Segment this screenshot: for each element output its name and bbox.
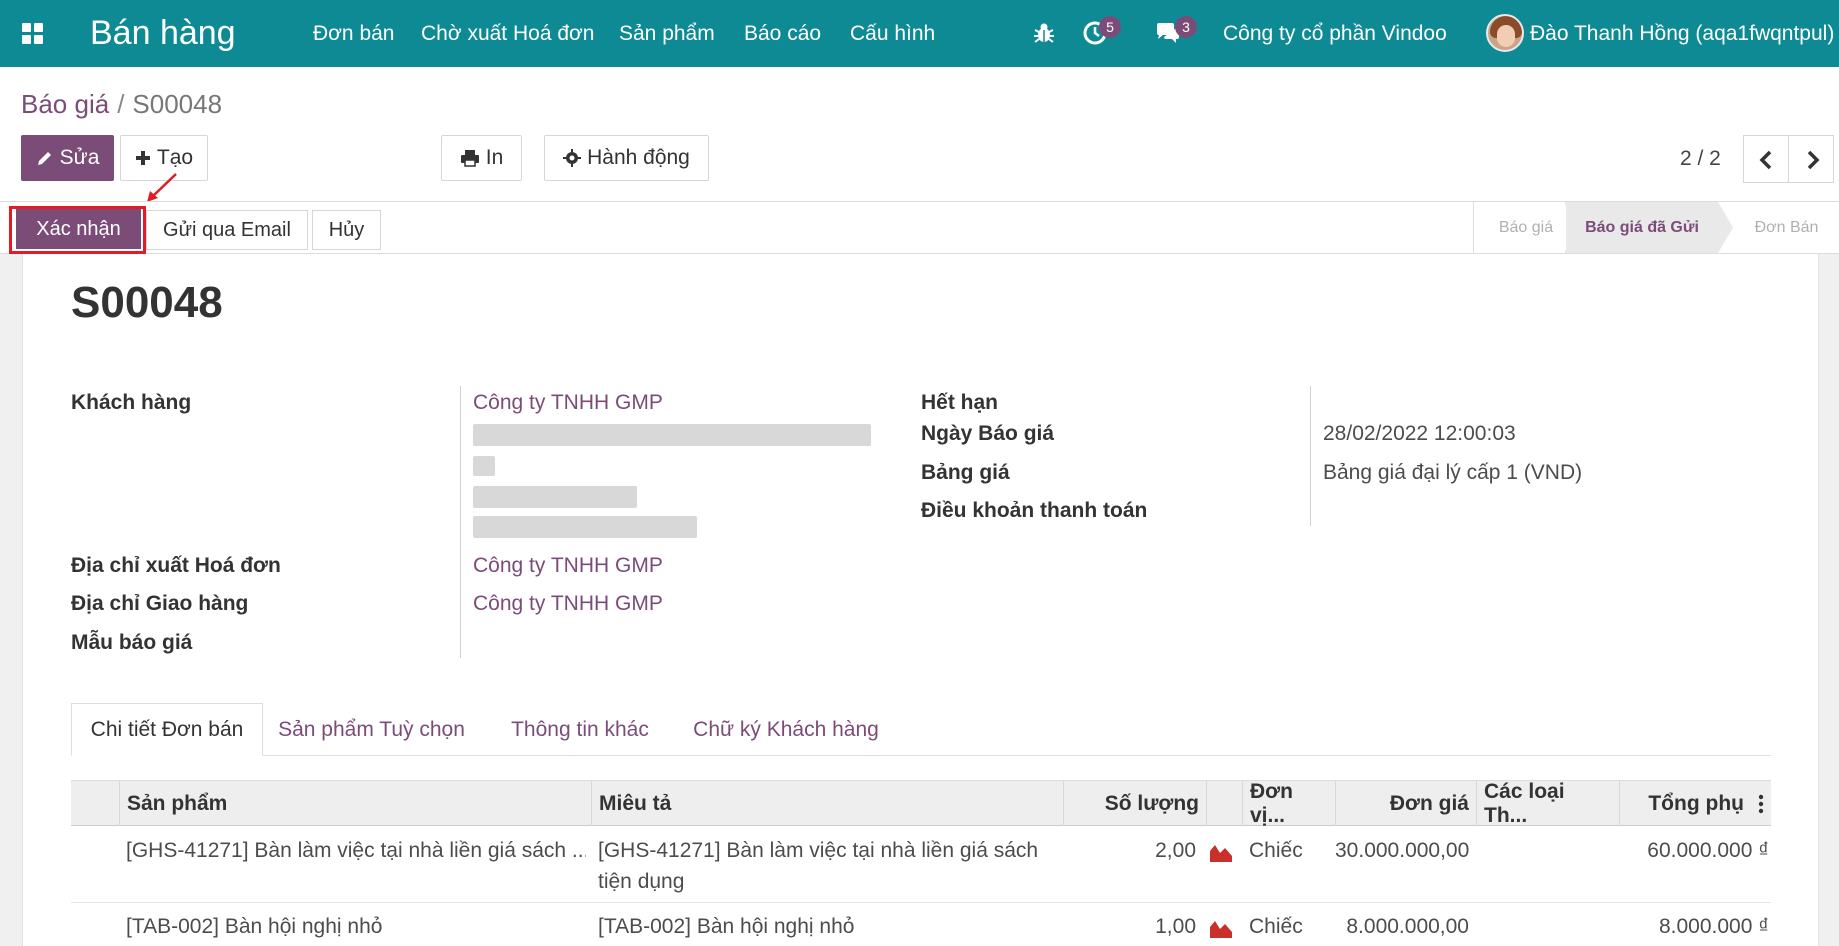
row-unit-price[interactable]: 8.000.000,00 xyxy=(1335,915,1469,939)
column-unit-price[interactable]: Đơn giá xyxy=(1335,781,1476,827)
breadcrumb-parent[interactable]: Báo giá xyxy=(21,89,109,119)
forecast-chart-icon[interactable] xyxy=(1209,842,1233,862)
payment-terms-label: Điều khoản thanh toán xyxy=(921,499,1148,522)
annotation-arrow xyxy=(147,173,177,202)
chevron-right-icon xyxy=(1807,150,1820,170)
column-uom[interactable]: Đơn vị... xyxy=(1242,780,1335,827)
record-title: S00048 xyxy=(71,278,223,327)
tab-other-info[interactable]: Thông tin khác xyxy=(480,703,680,756)
column-quantity[interactable]: Số lượng xyxy=(1063,781,1206,827)
pager-value[interactable]: 2 / 2 xyxy=(1680,147,1721,171)
user-avatar[interactable] xyxy=(1486,14,1524,52)
field-divider-left xyxy=(460,386,461,658)
app-brand[interactable]: Bán hàng xyxy=(90,14,236,53)
delivery-address-field[interactable]: Công ty TNHH GMP xyxy=(473,592,663,616)
menu-configuration[interactable]: Cấu hình xyxy=(850,22,935,46)
stage-quotation[interactable]: Báo giá xyxy=(1474,202,1578,253)
status-bar: Xác nhận Gửi qua Email Hủy Báo giá Báo g… xyxy=(0,201,1839,254)
action-button-label: Hành động xyxy=(587,146,690,169)
invoice-address-label: Địa chỉ xuất Hoá đơn xyxy=(71,554,281,577)
row-subtotal: 8.000.000 ₫ xyxy=(1658,915,1769,938)
stage-arrow-active-shape xyxy=(1718,202,1733,253)
row-description-line2[interactable]: tiện dụng xyxy=(598,870,684,894)
plus-icon xyxy=(135,151,150,165)
column-description[interactable]: Miêu tả xyxy=(591,781,1063,827)
stage-quotation-sent[interactable]: Báo giá đã Gửi xyxy=(1566,202,1718,253)
column-taxes[interactable]: Các loại Th... xyxy=(1476,780,1619,827)
chevron-left-icon xyxy=(1759,150,1772,170)
column-product[interactable]: Sản phẩm xyxy=(119,781,591,827)
breadcrumb-separator: / xyxy=(117,89,125,119)
confirm-highlight-box xyxy=(9,206,146,254)
row-description-line1[interactable]: [GHS-41271] Bàn làm việc tại nhà liền gi… xyxy=(598,839,1038,863)
activity-count-badge: 5 xyxy=(1099,16,1121,38)
printer-icon xyxy=(460,150,479,167)
customer-field[interactable]: Công ty TNHH GMP xyxy=(473,391,663,415)
pricelist-field[interactable]: Bảng giá đại lý cấp 1 (VND) xyxy=(1323,461,1582,485)
menu-reports[interactable]: Báo cáo xyxy=(744,22,821,46)
column-options-icon[interactable] xyxy=(1757,794,1765,814)
quotation-template-label: Mẫu báo giá xyxy=(71,631,193,654)
pencil-icon xyxy=(37,152,51,165)
cancel-button[interactable]: Hủy xyxy=(312,210,381,250)
invoice-address-field[interactable]: Công ty TNHH GMP xyxy=(473,554,663,578)
send-email-button[interactable]: Gửi qua Email xyxy=(146,210,308,250)
notebook-tabs: Chi tiết Đơn bán Sản phẩm Tuỳ chọn Thông… xyxy=(71,703,1771,756)
delivery-address-label: Địa chỉ Giao hàng xyxy=(71,592,249,615)
tab-order-lines[interactable]: Chi tiết Đơn bán xyxy=(71,703,263,756)
company-switcher[interactable]: Công ty cổ phần Vindoo xyxy=(1223,22,1447,46)
pager-previous-button[interactable] xyxy=(1743,135,1789,183)
row-description-line1[interactable]: [TAB-002] Bàn hội nghị nhỏ xyxy=(598,915,854,939)
menu-products[interactable]: Sản phẩm xyxy=(619,22,715,46)
expiry-label: Hết hạn xyxy=(921,391,999,414)
edit-button-label: Sửa xyxy=(59,146,100,169)
row-quantity[interactable]: 2,00 xyxy=(1063,839,1196,863)
create-button-label: Tạo xyxy=(156,146,194,169)
row-subtotal: 60.000.000 ₫ xyxy=(1647,839,1769,862)
print-button-label: In xyxy=(485,146,504,169)
field-divider-right xyxy=(1310,386,1311,526)
menu-orders[interactable]: Đơn bán xyxy=(313,22,395,46)
bug-icon[interactable] xyxy=(1031,20,1057,46)
customer-label: Khách hàng xyxy=(71,391,192,414)
row-uom[interactable]: Chiếc xyxy=(1249,839,1303,863)
top-navbar: Bán hàng Đơn bán Chờ xuất Hoá đơn Sản ph… xyxy=(0,0,1839,67)
breadcrumb-current: S00048 xyxy=(132,89,223,119)
row-quantity[interactable]: 1,00 xyxy=(1063,915,1196,939)
row-uom[interactable]: Chiếc xyxy=(1249,915,1303,939)
quotation-date-field[interactable]: 28/02/2022 12:00:03 xyxy=(1323,422,1516,446)
apps-menu-icon[interactable] xyxy=(22,23,44,45)
control-panel: Báo giá / S00048 Sửa Tạo In Hành động 2 / … xyxy=(0,67,1839,202)
tab-customer-signature[interactable]: Chữ ký Khách hàng xyxy=(680,703,892,756)
pricelist-label: Bảng giá xyxy=(921,461,1010,484)
forecast-chart-icon[interactable] xyxy=(1209,918,1233,938)
user-menu[interactable]: Đào Thanh Hồng (aqa1fwqntpul) xyxy=(1530,22,1834,46)
row-product[interactable]: [TAB-002] Bàn hội nghị nhỏ xyxy=(126,915,586,939)
gear-icon xyxy=(563,149,582,167)
action-button[interactable]: Hành động xyxy=(544,135,709,181)
print-button[interactable]: In xyxy=(441,135,522,181)
tab-optional-products[interactable]: Sản phẩm Tuỳ chọn xyxy=(263,703,480,756)
row-unit-price[interactable]: 30.000.000,00 xyxy=(1335,839,1469,863)
menu-to-invoice[interactable]: Chờ xuất Hoá đơn xyxy=(421,22,594,46)
column-forecast xyxy=(1206,781,1242,827)
quotation-date-label: Ngày Báo giá xyxy=(921,422,1055,445)
column-subtotal[interactable]: Tổng phụ xyxy=(1619,781,1751,827)
stage-sales-order[interactable]: Đơn Bán xyxy=(1734,202,1839,253)
row-product[interactable]: [GHS-41271] Bàn làm việc tại nhà liền gi… xyxy=(126,839,586,863)
edit-button[interactable]: Sửa xyxy=(21,135,114,181)
table-row[interactable]: [GHS-41271] Bàn làm việc tại nhà liền gi… xyxy=(71,826,1771,903)
table-row[interactable]: [TAB-002] Bàn hội nghị nhỏ [TAB-002] Bàn… xyxy=(71,903,1771,946)
breadcrumb: Báo giá / S00048 xyxy=(21,89,222,120)
pager-next-button[interactable] xyxy=(1788,135,1834,183)
message-count-badge: 3 xyxy=(1175,16,1197,38)
order-lines-header: Sản phẩm Miêu tả Số lượng Đơn vị... Đơn … xyxy=(71,780,1771,827)
